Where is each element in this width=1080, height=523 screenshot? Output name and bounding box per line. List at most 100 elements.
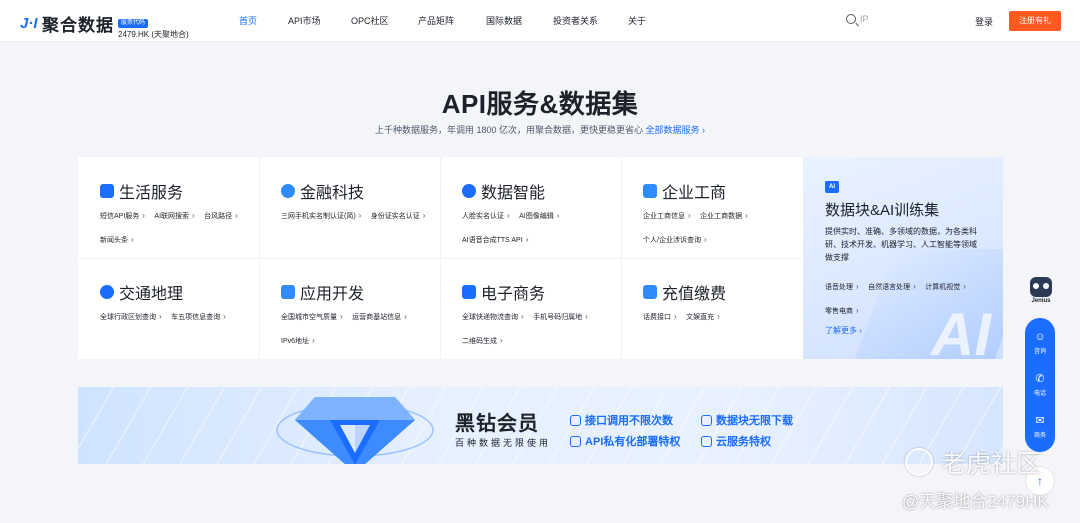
tag-vehicle-info[interactable]: 车五项信息查询 ›: [171, 311, 226, 324]
chevron-right-icon: ›: [159, 312, 162, 321]
tag-base-station[interactable]: 运营商基站信息 ›: [352, 311, 407, 324]
tag-retail-ecommerce[interactable]: 零售电商 ›: [825, 305, 859, 318]
black-diamond-banner[interactable]: 黑钻会员 百种数据无限使用 接口调用不限次数 数据块无限下载 API私有化部署特…: [78, 387, 1003, 464]
tag-enterprise-info[interactable]: 企业工商信息 ›: [643, 210, 691, 223]
feature-cloud-service: 云服务特权: [701, 433, 771, 449]
feature-unlimited-calls: 接口调用不限次数: [570, 412, 673, 428]
hero-subtitle-text: 上千种数据服务，年调用 1800 亿次，用聚合数据，更快更稳更省心: [374, 125, 643, 135]
tag-phone-location[interactable]: 手机号码归属地 ›: [533, 311, 588, 324]
nav-home[interactable]: 首页: [239, 0, 257, 42]
category-data-intelligence[interactable]: 数据智能 人脸实名认证 › AI图像编辑 › AI语音合成TTS API ›: [440, 157, 621, 258]
tag-entertainment-recharge[interactable]: 文娱直充 ›: [686, 311, 720, 324]
data-intelligence-icon: [462, 184, 476, 198]
chevron-right-icon: ›: [745, 211, 748, 220]
nav-api-market[interactable]: API市场: [288, 0, 321, 42]
phone-button[interactable]: ✆ 电话: [1025, 372, 1055, 397]
nav-investor-relations[interactable]: 投资者关系: [553, 0, 598, 42]
tag-computer-vision[interactable]: 计算机视觉 ›: [925, 281, 966, 294]
tag-enterprise-data[interactable]: 企业工商数据 ›: [700, 210, 748, 223]
tag-news-headlines[interactable]: 新闻头条 ›: [100, 234, 134, 247]
chevron-right-icon: ›: [856, 306, 859, 315]
transport-icon: [100, 285, 114, 299]
logo[interactable]: J·I 聚合数据: [20, 11, 114, 36]
category-fintech[interactable]: 金融科技 三网手机实名制认证(简) › 身份证实名认证 ›: [259, 157, 440, 258]
logo-text: 聚合数据: [42, 16, 114, 35]
tag-express-query[interactable]: 全球快递物流查询 ›: [462, 311, 524, 324]
search-box[interactable]: IP: [846, 14, 869, 24]
nav-about[interactable]: 关于: [628, 0, 646, 42]
category-payment[interactable]: 充值缴费 话费接口 › 文娱直充 ›: [621, 258, 802, 359]
chevron-right-icon: ›: [235, 211, 238, 220]
feature-unlimited-download: 数据块无限下载: [701, 412, 793, 428]
nav-opc-community[interactable]: OPC社区: [351, 0, 389, 42]
chevron-right-icon: ›: [358, 211, 362, 220]
category-ecommerce[interactable]: 电子商务 全球快递物流查询 › 手机号码归属地 › 二维码生成 ›: [440, 258, 621, 359]
logo-mark-icon: J·I: [20, 14, 38, 32]
chevron-right-icon: ›: [688, 211, 691, 220]
tag-nlp[interactable]: 自然语言处理 ›: [868, 281, 916, 294]
nav-international-data[interactable]: 国际数据: [486, 0, 522, 42]
hero-title: API服务&数据集: [441, 89, 639, 119]
category-app-dev[interactable]: 应用开发 全国城市空气质量 › 运营商基站信息 › IPv6地址 ›: [259, 258, 440, 359]
stock-badge: 股票代码: [118, 19, 149, 28]
tag-ipv6[interactable]: IPv6地址 ›: [281, 335, 315, 348]
hero-subtitle: 上千种数据服务，年调用 1800 亿次，用聚合数据，更快更稳更省心 全部数据服务…: [0, 123, 1080, 136]
tag-litigation-query[interactable]: 个人/企业涉诉查询 ›: [643, 234, 707, 247]
tag-air-quality[interactable]: 全国城市空气质量 ›: [281, 311, 343, 324]
all-services-link[interactable]: 全部数据服务 ›: [646, 125, 706, 135]
watermark-handle: @天聚地合2479HK: [902, 492, 1049, 511]
tag-ai-tts[interactable]: AI语音合成TTS API ›: [462, 234, 528, 247]
tag-ai-search[interactable]: AI联网搜索 ›: [154, 210, 194, 223]
chevron-right-icon: ›: [717, 312, 720, 321]
top-header: J·I 聚合数据 股票代码 2479.HK (天聚地合) 首页 API市场 OP…: [0, 0, 1080, 42]
tag-face-realname[interactable]: 人脸实名认证 ›: [462, 210, 510, 223]
jenius-assistant[interactable]: Jenius: [1026, 277, 1056, 304]
chevron-right-icon: ›: [142, 211, 145, 220]
chevron-right-icon: ›: [312, 336, 315, 345]
payment-icon: [643, 285, 657, 299]
business-button[interactable]: ✉ 商务: [1025, 414, 1055, 439]
chevron-right-icon: ›: [340, 312, 343, 321]
tag-id-realname[interactable]: 身份证实名认证 ›: [371, 210, 426, 223]
phone-icon: ✆: [1035, 373, 1045, 385]
nav-product-matrix[interactable]: 产品矩阵: [418, 0, 454, 42]
chevron-right-icon: ›: [404, 312, 407, 321]
deploy-icon: [570, 435, 581, 447]
category-enterprise[interactable]: 企业工商 企业工商信息 › 企业工商数据 › 个人/企业涉诉查询 ›: [621, 157, 802, 258]
category-transport[interactable]: 交通地理 全球行政区划查询 › 车五项信息查询 ›: [78, 258, 259, 359]
tag-typhoon-path[interactable]: 台风路径 ›: [204, 210, 238, 223]
consult-button[interactable]: ☺ 咨询: [1025, 330, 1055, 355]
chevron-right-icon: ›: [500, 336, 503, 345]
chevron-right-icon: ›: [131, 235, 134, 244]
stock-code: 2479.HK (天聚地合): [118, 30, 189, 39]
floating-contact-bar: ☺ 咨询 ✆ 电话 ✉ 商务: [1025, 318, 1055, 452]
login-button[interactable]: 登录: [975, 15, 993, 28]
chevron-right-icon: ›: [525, 235, 529, 244]
tag-mobile-realname[interactable]: 三网手机实名制认证(简) ›: [281, 210, 361, 223]
chevron-right-icon: ›: [703, 235, 707, 244]
ai-dataset-title: 数据块&AI训练集: [825, 202, 940, 219]
chat-icon: ☺: [1034, 331, 1046, 343]
search-icon[interactable]: [846, 14, 856, 24]
search-input[interactable]: IP: [860, 14, 869, 24]
tag-phone-bill[interactable]: 话费接口 ›: [643, 311, 677, 324]
banner-background: [78, 387, 1003, 464]
mascot-icon: [1030, 277, 1052, 297]
watermark-community: 老虎社区: [905, 444, 1041, 480]
tag-qrcode[interactable]: 二维码生成 ›: [462, 335, 503, 348]
tag-sms-api[interactable]: 短信API服务 ›: [100, 210, 145, 223]
register-button[interactable]: 注册有礼: [1009, 11, 1061, 31]
learn-more-link[interactable]: 了解更多 ›: [825, 325, 862, 336]
chevron-right-icon: ›: [223, 312, 226, 321]
category-life-service[interactable]: 生活服务 短信API服务 › AI联网搜索 › 台风路径 › 新闻头条 ›: [78, 157, 259, 258]
ai-dataset-card[interactable]: AI AI 数据块&AI训练集 提供实时、准确、多领域的数据，为各类科研、技术开…: [803, 157, 1003, 359]
tag-ai-image-edit[interactable]: AI图像编辑 ›: [519, 210, 559, 223]
tag-speech-processing[interactable]: 语音处理 ›: [825, 281, 859, 294]
fintech-icon: [281, 184, 295, 198]
api-icon: [570, 414, 581, 426]
tag-admin-division[interactable]: 全球行政区划查询 ›: [100, 311, 162, 324]
banner-subtitle: 百种数据无限使用: [455, 438, 552, 448]
chevron-right-icon: ›: [856, 282, 859, 291]
chevron-right-icon: ›: [963, 282, 966, 291]
chevron-right-icon: ›: [507, 211, 510, 220]
